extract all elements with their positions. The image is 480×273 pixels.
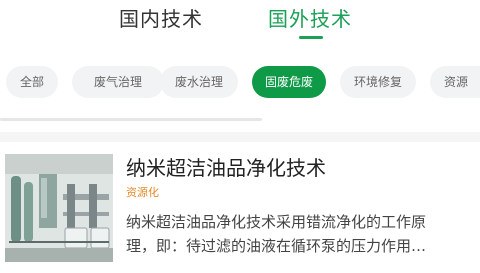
equipment-image [5,154,113,262]
active-tab-indicator [299,36,323,39]
category-chip-all[interactable]: 全部 [6,66,58,98]
tab-domestic-tech[interactable]: 国内技术 [119,3,203,32]
tab-foreign-tech[interactable]: 国外技术 [268,3,352,32]
article-card[interactable]: 纳米超洁油品净化技术 资源化 纳米超洁油品净化技术采用错流净化的工作原 理，即：… [0,142,480,273]
article-category-tag: 资源化 [126,186,159,199]
article-summary-line: 理，即：待过滤的油液在循环泵的压力作用… [126,237,427,255]
top-tab-bar: 国内技术 国外技术 [0,0,480,46]
section-divider [0,132,480,142]
category-chip-wastewater[interactable]: 废水治理 [160,66,238,98]
chip-scroll-indicator [0,118,262,121]
category-chip-resource[interactable]: 资源 [430,66,480,98]
article-title[interactable]: 纳米超洁油品净化技术 [126,152,326,181]
article-summary: 纳米超洁油品净化技术采用错流净化的工作原 理，即：待过滤的油液在循环泵的压力作用… [126,210,471,258]
category-chip-solid-hazardous-waste[interactable]: 固废危废 [252,66,326,98]
category-chip-environmental-remediation[interactable]: 环境修复 [340,66,416,98]
category-filter-bar: 全部 废气治理 废水治理 固废危废 环境修复 资源 [0,66,480,98]
article-summary-line: 纳米超洁油品净化技术采用错流净化的工作原 [126,213,427,231]
article-thumbnail [5,154,113,262]
category-chip-waste-gas[interactable]: 废气治理 [72,66,164,98]
